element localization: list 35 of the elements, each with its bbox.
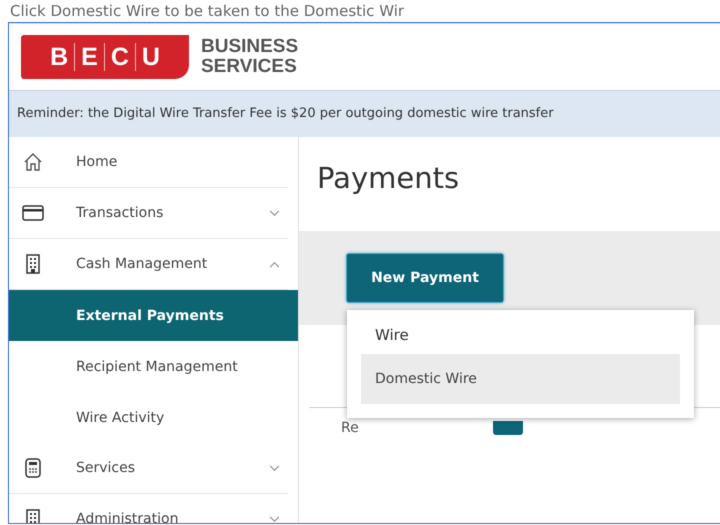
count-badge bbox=[493, 421, 523, 435]
caption-text: Click Domestic Wire to be taken to the Domestic Wir bbox=[9, 1, 406, 22]
sidebar-item[interactable]: Home bbox=[9, 137, 288, 188]
chevron-down-icon bbox=[269, 210, 280, 216]
item-label: Administration bbox=[76, 511, 180, 523]
item-label: External Payments bbox=[76, 308, 225, 324]
sidebar-item[interactable]: External Payments bbox=[9, 290, 298, 341]
card-icon bbox=[22, 205, 44, 221]
logo-text: BUSINESS bbox=[201, 37, 298, 57]
sidebar-item[interactable]: Services bbox=[9, 443, 288, 494]
item-label: Cash Management bbox=[76, 256, 208, 272]
chevron-down-icon bbox=[269, 516, 280, 522]
menu-item[interactable]: Domestic Wire bbox=[361, 354, 680, 404]
item-label: Home bbox=[76, 154, 118, 170]
sidebar-item[interactable]: Administration bbox=[9, 494, 288, 523]
building-icon bbox=[26, 254, 40, 274]
logo-text: SERVICES bbox=[201, 57, 298, 77]
logo: B E C U bbox=[21, 35, 189, 79]
results-label: Re bbox=[341, 420, 360, 436]
building-icon bbox=[26, 509, 40, 523]
new-payment-button[interactable]: New Payment bbox=[346, 253, 504, 303]
sidebar-item[interactable]: Wire Activity bbox=[9, 392, 298, 443]
chevron-down-icon bbox=[269, 464, 280, 472]
page-title: Payments bbox=[316, 160, 460, 197]
house-icon bbox=[22, 152, 42, 172]
calculator-icon bbox=[24, 458, 40, 478]
item-label: Wire Activity bbox=[76, 410, 166, 426]
item-label: Recipient Management bbox=[76, 358, 239, 374]
item-label: Services bbox=[76, 460, 136, 476]
reminder-banner: Reminder: the Digital Wire Transfer Fee is $20 per outgoing domestic wire transfer bbox=[9, 90, 720, 137]
item-label: Transactions bbox=[76, 205, 164, 221]
sidebar-item[interactable]: Transactions bbox=[9, 188, 288, 239]
menu-group-header: Wire bbox=[374, 325, 410, 346]
sidebar-item[interactable]: Recipient Management bbox=[9, 341, 298, 392]
chevron-up-icon bbox=[269, 260, 280, 268]
